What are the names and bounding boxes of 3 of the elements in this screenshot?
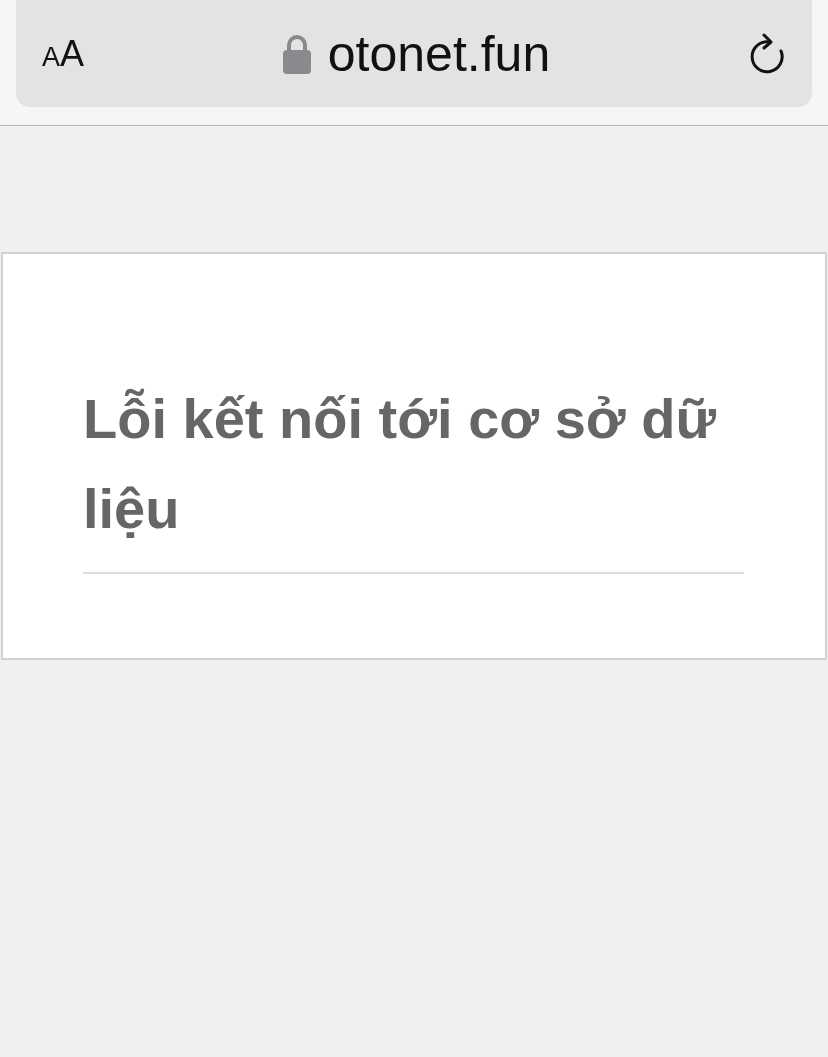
text-size-button[interactable]: AA bbox=[42, 32, 85, 75]
error-title: Lỗi kết nối tới cơ sở dữ liệu bbox=[83, 386, 717, 542]
url-text[interactable]: otonet.fun bbox=[327, 24, 551, 83]
